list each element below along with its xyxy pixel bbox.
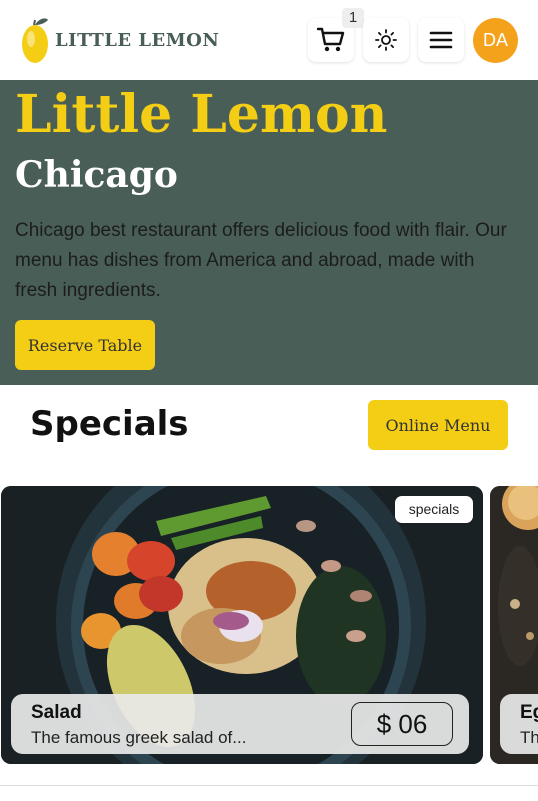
specials-heading: Specials	[30, 404, 189, 444]
card-price[interactable]: $ 06	[351, 702, 453, 746]
lemon-logo-icon	[20, 15, 50, 65]
special-card[interactable]: specials Salad The famous greek salad of…	[1, 486, 483, 764]
logo[interactable]: LITTLE LEMON	[20, 15, 219, 65]
card-title: Eg	[520, 702, 538, 723]
special-card[interactable]: Eg Th	[490, 486, 538, 764]
card-info-panel: Salad The famous greek salad of... $ 06	[11, 694, 469, 754]
online-menu-button[interactable]: Online Menu	[368, 400, 508, 450]
sun-icon	[375, 29, 397, 51]
top-header: LITTLE LEMON 1 DA	[0, 0, 538, 80]
card-tag: specials	[395, 496, 473, 523]
user-avatar[interactable]: DA	[473, 18, 518, 63]
card-info-panel: Eg Th	[500, 694, 538, 754]
menu-button[interactable]	[418, 18, 464, 62]
hero-section: Little Lemon Chicago Chicago best restau…	[0, 80, 538, 385]
hero-title: Little Lemon	[15, 84, 388, 145]
card-title: Salad	[31, 702, 82, 723]
card-description: Th	[520, 728, 538, 747]
logo-text: LITTLE LEMON	[55, 29, 220, 51]
divider	[0, 785, 538, 786]
hero-description: Chicago best restaurant offers delicious…	[15, 220, 507, 301]
hero-subtitle: Chicago	[15, 154, 178, 196]
theme-toggle-button[interactable]	[363, 18, 409, 62]
cart-count-badge: 1	[342, 8, 364, 28]
reserve-table-button[interactable]: Reserve Table	[15, 320, 155, 370]
card-description: The famous greek salad of...	[31, 728, 247, 747]
cart-icon	[316, 27, 345, 52]
hamburger-menu-icon	[429, 31, 453, 49]
